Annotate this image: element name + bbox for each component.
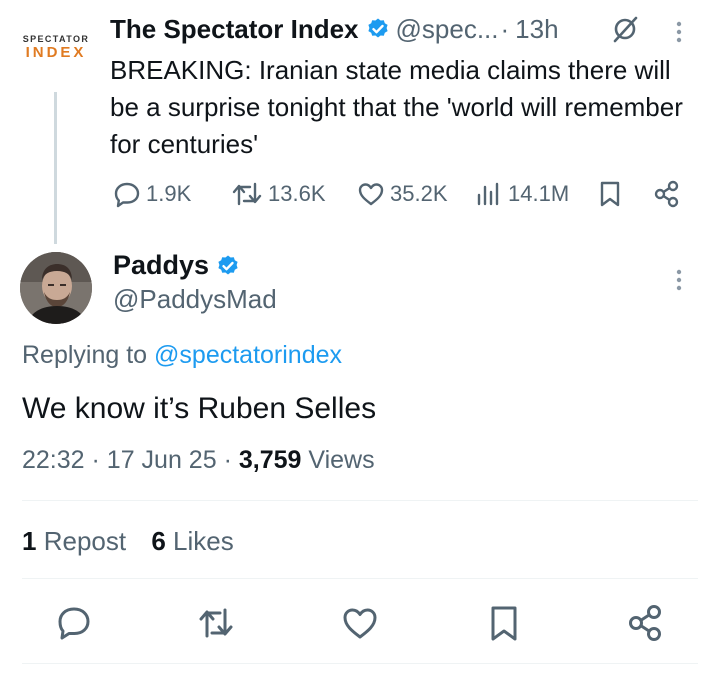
parent-share-button[interactable] [652,176,682,212]
spectator-index-logo[interactable]: SPECTATOR INDEX [14,34,98,74]
reply-time[interactable]: 22:32 [22,446,85,474]
like-icon [343,608,377,639]
likes-stat[interactable]: 6 Likes [151,526,233,556]
reply-date[interactable]: 17 Jun 25 [107,446,217,474]
reply-tweet-text: We know it’s Ruben Selles [22,392,377,425]
divider [22,500,698,501]
like-icon [356,179,386,209]
logo-bottom-text: INDEX [25,44,87,61]
share-icon [629,605,661,641]
bookmark-button[interactable] [484,603,524,643]
parent-reply-count: 1.9K [146,181,192,206]
parent-reply-button[interactable]: 1.9K [112,176,191,212]
repost-stat-label: Repost [43,526,127,556]
reply-button[interactable] [54,603,94,643]
divider [22,663,698,664]
reply-icon [112,179,142,209]
share-icon [652,179,682,209]
header-separator: · [500,13,510,44]
parent-repost-button[interactable]: 13.6K [230,176,326,212]
parent-author-name[interactable]: The Spectator Index [110,14,359,45]
reply-author-name[interactable]: Paddys [113,250,209,281]
repost-icon [199,608,233,638]
share-button[interactable] [626,603,666,643]
reply-icon [58,607,90,640]
parent-like-button[interactable]: 35.2K [356,176,448,212]
parent-views-count: 14.1M [508,181,570,206]
reply-author-handle[interactable]: @PaddysMad [113,284,277,315]
meta-separator: · [223,446,232,474]
verified-badge-icon[interactable] [216,254,240,278]
views-icon [474,179,504,209]
replying-to-line: Replying to @spectatorindex [22,341,342,370]
reply-meta-line: 22:32 · 17 Jun 25 · 3,759 Views [22,446,375,475]
bookmark-icon [491,606,517,641]
repost-icon [230,179,264,209]
likes-stat-count: 6 [151,526,166,556]
parent-bookmark-button[interactable] [596,176,624,212]
divider [22,578,698,579]
parent-views-button[interactable]: 14.1M [474,176,569,212]
parent-repost-count: 13.6K [268,181,326,206]
avatar[interactable] [20,252,92,324]
verified-badge-icon[interactable] [366,17,390,41]
like-button[interactable] [340,603,380,643]
bookmark-icon [596,179,624,209]
reply-views-label: Views [308,446,375,474]
parent-author-handle[interactable]: @spec... [396,14,499,45]
reply-views-count: 3,759 [238,446,302,474]
parent-timestamp[interactable]: 13h [515,14,558,45]
replying-to-handle-link[interactable]: @spectatorindex [154,341,342,369]
replying-to-prefix: Replying to [22,341,148,369]
repost-stat-count: 1 [22,526,37,556]
parent-more-icon[interactable] [676,20,682,44]
meta-separator: · [91,446,100,474]
parent-like-count: 35.2K [390,181,448,206]
repost-stat[interactable]: 1 Repost [22,526,126,556]
parent-tweet-header: The Spectator Index @spec... · 13h [110,11,559,47]
likes-stat-label: Likes [173,526,234,556]
engagement-stats: 1 Repost 6 Likes [22,526,234,557]
reply-author-row: Paddys [113,250,246,281]
thread-connector-line [54,92,57,244]
repost-button[interactable] [196,603,236,643]
grok-icon[interactable] [610,14,640,44]
reply-more-icon[interactable] [676,268,682,292]
parent-tweet-text: BREAKING: Iranian state media claims the… [110,55,683,159]
parent-action-bar: 1.9K 13.6K 35.2K 14.1M [112,176,692,216]
